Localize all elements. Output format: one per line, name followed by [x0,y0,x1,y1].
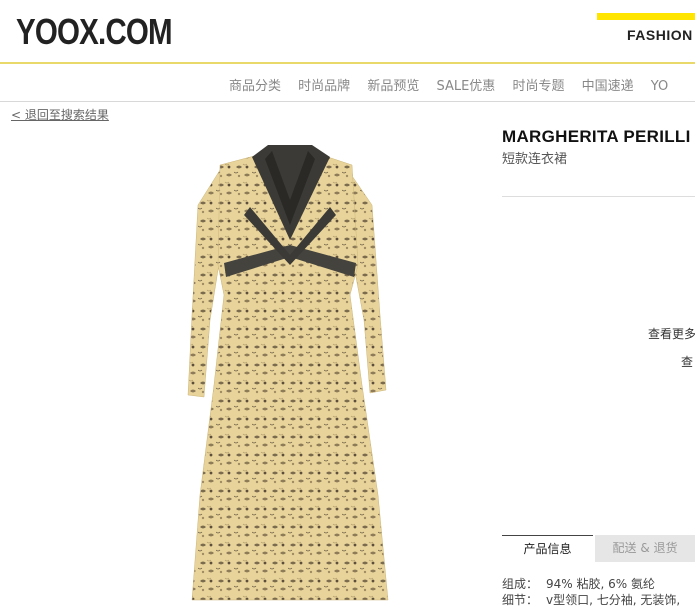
nav-item-categories[interactable]: 商品分类 [229,79,281,94]
main-nav: 商品分类 时尚品牌 新品预览 SALE优惠 时尚专题 中国速递 YO [229,75,681,94]
tab-product-info[interactable]: 产品信息 [502,535,593,562]
nav-item-features[interactable]: 时尚专题 [512,79,564,94]
info-divider [502,196,695,197]
product-image[interactable] [180,145,400,605]
nav-item-sale[interactable]: SALE优惠 [436,79,495,94]
tab-shipping-returns[interactable]: 配送 & 退货 [595,535,695,562]
see-more-link[interactable]: 查看更多 [648,325,695,342]
see-link[interactable]: 查 [681,353,693,370]
composition-label: 组成： [502,577,539,591]
product-category: 短款连衣裙 [502,152,568,167]
nav-item-designers[interactable]: 时尚品牌 [298,79,350,94]
nav-item-new-arrivals[interactable]: 新品预览 [367,79,419,94]
active-tab-indicator [597,13,695,20]
yoox-logo[interactable]: YOOX.COM [16,12,173,52]
tab-fashion[interactable]: FASHION [627,27,693,43]
composition-value: 94% 粘胶, 6% 氨纶 [546,577,655,591]
header-divider [0,62,695,64]
product-brand[interactable]: MARGHERITA PERILLI [502,127,691,147]
nav-item-yoox[interactable]: YO [651,79,668,94]
nav-item-china-express[interactable]: 中国速递 [582,79,634,94]
composition-row: 组成： 94% 粘胶, 6% 氨纶 [502,575,655,592]
product-tabs: 产品信息 配送 & 退货 [502,535,695,562]
nav-divider [0,101,695,102]
back-to-results-link[interactable]: < 退回至搜索结果 [11,106,109,123]
details-row: 细节： v型领口, 七分袖, 无装饰, [502,591,680,608]
